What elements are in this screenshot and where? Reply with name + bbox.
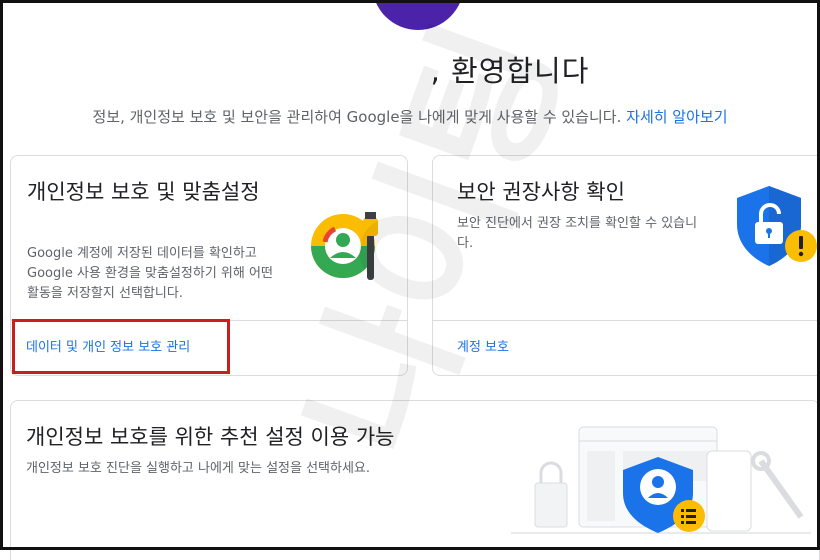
avatar[interactable] <box>372 0 464 30</box>
learn-more-link[interactable]: 자세히 알아보기 <box>626 108 727 126</box>
privacy-recommendation-card[interactable]: 개인정보 보호를 위한 추천 설정 이용 가능 개인정보 보호 진단을 실행하고… <box>10 400 820 560</box>
security-checkup-card[interactable]: 보안 권장사항 확인 보안 진단에서 권장 조치를 확인할 수 있습니다. 계정… <box>432 155 820 376</box>
intro-description: 정보, 개인정보 보호 및 보안을 관리하여 Google을 나에게 맞게 사용… <box>92 108 622 126</box>
security-shield-lock-icon <box>737 186 817 266</box>
card-divider <box>433 320 820 321</box>
security-card-description: 보안 진단에서 권장 조치를 확인할 수 있습니다. <box>457 216 698 251</box>
highlight-annotation-box <box>12 319 230 374</box>
privacy-card-description: Google 계정에 저장된 데이터를 확인하고 Google 사용 환경을 맞… <box>27 246 273 301</box>
privacy-checkup-illustration <box>511 426 811 534</box>
recommend-card-description: 개인정보 보호 진단을 실행하고 나에게 맞는 설정을 선택하세요. <box>26 461 371 476</box>
intro-text: 정보, 개인정보 보호 및 보안을 관리하여 Google을 나에게 맞게 사용… <box>0 106 820 127</box>
privacy-palette-icon <box>311 212 378 280</box>
welcome-heading: , 환영합니다 <box>0 48 820 90</box>
recommend-card-title: 개인정보 보호를 위한 추천 설정 이용 가능 <box>26 425 395 449</box>
security-card-title: 보안 권장사항 확인 <box>457 180 625 204</box>
privacy-card-title: 개인정보 보호 및 맞춤설정 <box>27 180 260 204</box>
protect-account-link[interactable]: 계정 보호 <box>457 336 509 355</box>
welcome-text: , 환영합니다 <box>430 54 590 88</box>
